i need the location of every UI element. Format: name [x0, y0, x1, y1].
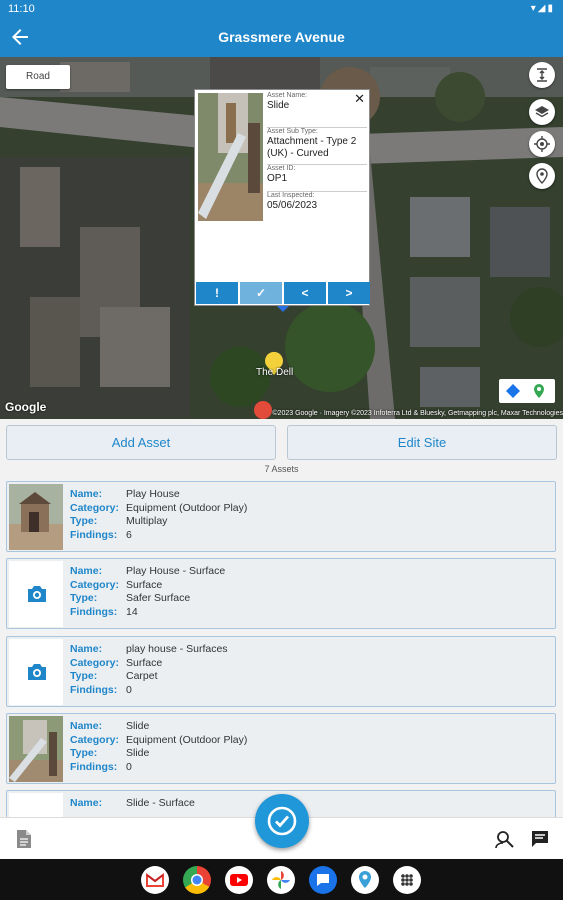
camera-icon — [28, 664, 46, 680]
search-person-icon[interactable] — [494, 829, 516, 849]
check-circle-icon — [267, 806, 297, 836]
field-label: Name: — [70, 720, 103, 732]
next-button[interactable]: > — [328, 282, 370, 304]
field-label: Findings: — [70, 605, 118, 618]
status-time: 11:10 — [8, 3, 35, 15]
chrome-icon[interactable] — [183, 866, 211, 894]
asset-thumbnail — [9, 484, 63, 550]
map-poi-label: The Dell — [256, 367, 294, 378]
popup-asset-id: Asset ID: OP1 — [267, 164, 367, 185]
asset-findings: 14 — [126, 605, 138, 618]
asset-category: Surface — [126, 578, 163, 591]
asset-type: Slide — [126, 747, 150, 759]
map-app-toggles[interactable] — [499, 379, 555, 403]
popup-last-inspected: Last Inspected: 05/06/2023 — [267, 191, 367, 212]
height-icon — [537, 68, 547, 82]
google-photos-icon[interactable] — [267, 866, 295, 894]
popup-asset-name: Asset Name: Slide — [267, 92, 308, 111]
asset-card[interactable]: Name: Play House Category: Equipment (Outd… — [6, 481, 556, 552]
asset-thumbnail[interactable] — [9, 561, 63, 627]
field-label: Type: — [70, 592, 98, 604]
field-label: Category: — [70, 733, 120, 746]
asset-info-popup: ✕ Asset Name: Slide Asset Sub Type: Atta… — [194, 89, 370, 306]
popup-actions: ! ✓ < > — [195, 282, 371, 304]
camera-icon — [28, 586, 46, 602]
asset-type: Safer Surface — [126, 592, 191, 604]
asset-photo — [198, 93, 263, 221]
field-label: Type: — [70, 515, 98, 527]
asset-category: Equipment (Outdoor Play) — [126, 733, 248, 746]
android-taskbar — [0, 859, 563, 900]
directions-icon[interactable] — [505, 383, 521, 399]
google-logo: Google — [5, 400, 47, 414]
app-bar: Grassmere Avenue — [0, 18, 563, 57]
locate-button[interactable] — [529, 131, 555, 157]
field-label: Type: — [70, 670, 98, 682]
asset-name: Play House - Surface — [126, 565, 226, 577]
layers-button[interactable] — [529, 99, 555, 125]
chat-icon[interactable] — [530, 829, 550, 849]
edit-site-button[interactable]: Edit Site — [287, 425, 557, 460]
page-title: Grassmere Avenue — [218, 29, 345, 45]
report-issue-button[interactable]: ! — [196, 282, 238, 304]
field-label: Name: — [70, 643, 103, 655]
field-label: Category: — [70, 656, 120, 669]
field-label: Findings: — [70, 760, 118, 773]
field-label: Category: — [70, 501, 120, 514]
asset-type: Carpet — [126, 670, 158, 682]
map-attribution: ©2023 Google · Imagery ©2023 Infoterra L… — [272, 410, 563, 417]
field-label: Category: — [70, 578, 120, 591]
document-icon[interactable] — [15, 829, 33, 849]
map-type-button[interactable]: Road — [6, 65, 70, 89]
pin-icon — [536, 168, 548, 184]
asset-card[interactable]: Name: Slide Category: Equipment (Outdoor P… — [6, 713, 556, 784]
asset-findings: 6 — [126, 528, 132, 541]
locate-icon — [534, 136, 550, 152]
gmail-icon[interactable] — [141, 866, 169, 894]
asset-name: Slide — [126, 720, 150, 732]
asset-count: 7 Assets — [264, 464, 299, 474]
asset-card[interactable]: Name: Play House - Surface Category: Surfa… — [6, 558, 556, 629]
status-bar: 11:10 ▾◢▮ — [0, 0, 563, 18]
asset-type: Multiplay — [126, 515, 168, 527]
field-label: Name: — [70, 488, 103, 500]
asset-name: Slide - Surface — [126, 797, 195, 809]
complete-inspection-button[interactable] — [255, 794, 309, 848]
layers-icon — [535, 106, 549, 118]
share-button[interactable]: < — [284, 282, 326, 304]
asset-name: Play House — [126, 488, 180, 500]
field-label: Name: — [70, 565, 103, 577]
asset-findings: 0 — [126, 760, 132, 773]
field-label: Name: — [70, 797, 103, 809]
field-label: Findings: — [70, 528, 118, 541]
asset-thumbnail — [9, 716, 63, 782]
youtube-icon[interactable] — [225, 866, 253, 894]
app-drawer-icon[interactable] — [393, 866, 421, 894]
popup-asset-subtype: Asset Sub Type: Attachment - Type 2 (UK)… — [267, 127, 367, 160]
asset-category: Surface — [126, 656, 163, 669]
asset-card[interactable]: Name: play house - Surfaces Category: Surf… — [6, 636, 556, 707]
field-label: Findings: — [70, 683, 118, 696]
add-asset-button[interactable]: Add Asset — [6, 425, 276, 460]
messages-icon[interactable] — [309, 866, 337, 894]
asset-findings: 0 — [126, 683, 132, 696]
asset-name: play house - Surfaces — [126, 643, 228, 655]
inspection-app-icon[interactable] — [351, 866, 379, 894]
asset-thumbnail[interactable] — [9, 639, 63, 705]
measure-height-button[interactable] — [529, 62, 555, 88]
place-pin-button[interactable] — [529, 163, 555, 189]
field-label: Type: — [70, 747, 98, 759]
asset-category: Equipment (Outdoor Play) — [126, 501, 248, 514]
google-maps-icon[interactable] — [531, 383, 547, 399]
inspect-button[interactable]: ✓ — [240, 282, 282, 304]
system-status-icons: ▾◢▮ — [530, 3, 555, 14]
